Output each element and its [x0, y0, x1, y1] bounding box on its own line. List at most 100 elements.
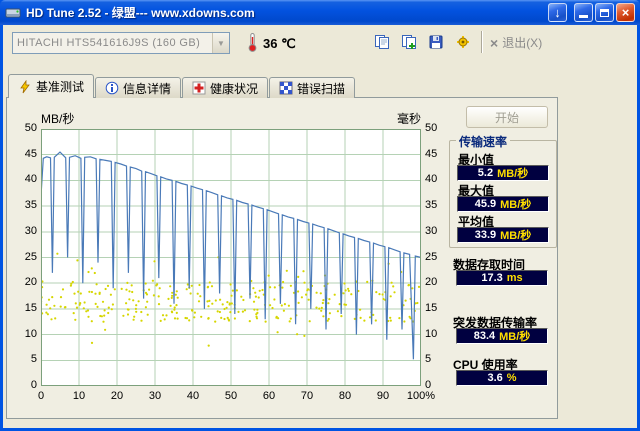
minimize-icon — [579, 15, 588, 18]
axis-tick-label: 0 — [425, 379, 432, 391]
avg-unit: MB/秒 — [500, 230, 532, 242]
options-button[interactable] — [450, 30, 475, 54]
axis-tick-label: 20 — [24, 276, 37, 289]
axis-tick-label: 80 — [338, 390, 352, 402]
drive-select[interactable]: HITACHI HTS541616J9S (160 GB) ▼ — [12, 32, 230, 54]
axis-tick-label: 30 — [24, 224, 37, 237]
burst-rate-unit: MB/秒 — [499, 331, 531, 343]
avg-value: 33.9 — [474, 229, 497, 241]
axis-tick-label: 50 — [24, 122, 37, 134]
tab-strip: 基准测试 信息详情 健康状况 错误扫描 — [8, 74, 356, 98]
axis-tick-label: 35 — [425, 199, 438, 212]
access-time-unit: ms — [506, 272, 523, 284]
client-area: HITACHI HTS541616J9S (160 GB) ▼ 36 ℃ × 退… — [3, 25, 637, 428]
axis-tick-label: 50 — [224, 390, 238, 402]
copy-icon — [374, 35, 389, 49]
download-button[interactable]: ↓ — [548, 3, 567, 22]
cpu-usage-unit: % — [506, 372, 517, 384]
axis-tick-label: 10 — [425, 327, 438, 340]
access-time-badge: 17.3 ms — [456, 270, 548, 286]
axis-tick-label: 90 — [376, 390, 390, 402]
axis-tick-label: 10 — [24, 327, 37, 340]
tab-benchmark[interactable]: 基准测试 — [8, 74, 95, 98]
maximize-button[interactable] — [595, 3, 614, 22]
axis-tick-label: 40 — [24, 173, 37, 186]
axis-tick-label: 10 — [72, 390, 86, 402]
axis-tick-label: 45 — [425, 147, 438, 160]
access-time-value: 17.3 — [481, 272, 503, 284]
start-button[interactable]: 开始 — [466, 106, 548, 128]
exit-label: 退出(X) — [502, 36, 543, 50]
save-icon — [429, 35, 442, 49]
titlebar[interactable]: HD Tune 2.52 - 绿盟--- www.xdowns.com ↓ × — [0, 0, 640, 25]
exit-button[interactable]: × 退出(X) — [490, 34, 542, 51]
burst-rate-value: 83.4 — [473, 330, 496, 342]
save-button[interactable] — [423, 30, 448, 54]
copy-add-button[interactable] — [396, 30, 421, 54]
axis-tick-label: 60 — [262, 390, 276, 402]
axis-tick-label: 25 — [425, 250, 438, 263]
benchmark-icon — [20, 79, 30, 93]
axis-tick-label: 50 — [425, 122, 438, 134]
group-title: 传输速率 — [456, 133, 511, 150]
axis-tick-label: 30 — [148, 390, 162, 402]
minimize-button[interactable] — [574, 3, 593, 22]
axis-tick-label: 5 — [30, 353, 37, 366]
axis-tick-label: 25 — [24, 250, 37, 263]
window-title: HD Tune 2.52 - 绿盟--- www.xdowns.com — [26, 6, 255, 20]
avg-value-badge: 33.9 MB/秒 — [457, 227, 549, 243]
tab-label: 错误扫描 — [297, 81, 346, 96]
axis-tick-label: 5 — [425, 353, 432, 366]
temperature-value: 36 ℃ — [263, 36, 296, 51]
tab-info[interactable]: 信息详情 — [95, 77, 182, 98]
axis-tick-label: 15 — [24, 301, 37, 314]
axis-tick-label: 20 — [110, 390, 124, 402]
close-button[interactable]: × — [616, 3, 635, 22]
max-unit: MB/秒 — [500, 199, 532, 211]
axis-tick-label: 40 — [425, 173, 438, 186]
copy-add-icon — [401, 35, 416, 49]
toolbar-separator — [481, 31, 483, 53]
maximize-icon — [600, 8, 609, 17]
axis-tick-label: 35 — [24, 199, 37, 212]
axis-tick-label: 100% — [406, 390, 436, 402]
axis-tick-label: 15 — [425, 301, 438, 314]
axis-tick-label: 30 — [425, 224, 438, 237]
y-axis-right-title: 毫秒 — [396, 112, 421, 126]
tab-label: 信息详情 — [123, 81, 172, 96]
toolbar-buttons — [369, 30, 475, 54]
axis-tick-label: 0 — [30, 379, 37, 391]
min-value: 5.2 — [477, 167, 494, 179]
min-unit: MB/秒 — [497, 168, 529, 180]
max-value: 45.9 — [474, 198, 497, 210]
thermometer-icon — [248, 33, 257, 52]
health-icon — [192, 81, 206, 95]
benchmark-chart — [41, 129, 421, 386]
transfer-rate-group: 传输速率 最小值 5.2 MB/秒 最大值 45.9 MB/秒 平均值 33.9… — [449, 133, 557, 248]
app-icon — [5, 8, 21, 17]
tab-label: 基准测试 — [36, 80, 85, 94]
chevron-down-icon[interactable]: ▼ — [212, 33, 229, 53]
cpu-usage-badge: 3.6 % — [456, 370, 548, 386]
axis-tick-label: 20 — [425, 276, 438, 289]
scan-checker-icon — [279, 81, 293, 95]
options-gear-icon — [456, 36, 469, 48]
close-icon: × — [621, 5, 630, 20]
benchmark-panel: MB/秒 毫秒 50 50 45 45 40 40 35 35 30 30 25 25 20 20 15 15… — [6, 97, 558, 419]
axis-tick-label: 70 — [300, 390, 314, 402]
info-icon — [105, 81, 119, 95]
axis-tick-label: 0 — [37, 390, 45, 402]
axis-tick-label: 40 — [186, 390, 200, 402]
tab-health[interactable]: 健康状况 — [182, 77, 269, 98]
axis-tick-label: 45 — [24, 147, 37, 160]
download-arrow-icon: ↓ — [554, 5, 561, 20]
copy-button[interactable] — [369, 30, 394, 54]
drive-select-value: HITACHI HTS541616J9S (160 GB) — [17, 37, 201, 49]
tab-label: 健康状况 — [210, 81, 259, 96]
hdtune-window: HD Tune 2.52 - 绿盟--- www.xdowns.com ↓ × … — [0, 0, 640, 431]
y-axis-left-title: MB/秒 — [41, 112, 75, 126]
tab-error-scan[interactable]: 错误扫描 — [269, 77, 356, 98]
cpu-usage-value: 3.6 — [487, 372, 503, 384]
max-value-badge: 45.9 MB/秒 — [457, 196, 549, 212]
min-value-badge: 5.2 MB/秒 — [457, 165, 549, 181]
